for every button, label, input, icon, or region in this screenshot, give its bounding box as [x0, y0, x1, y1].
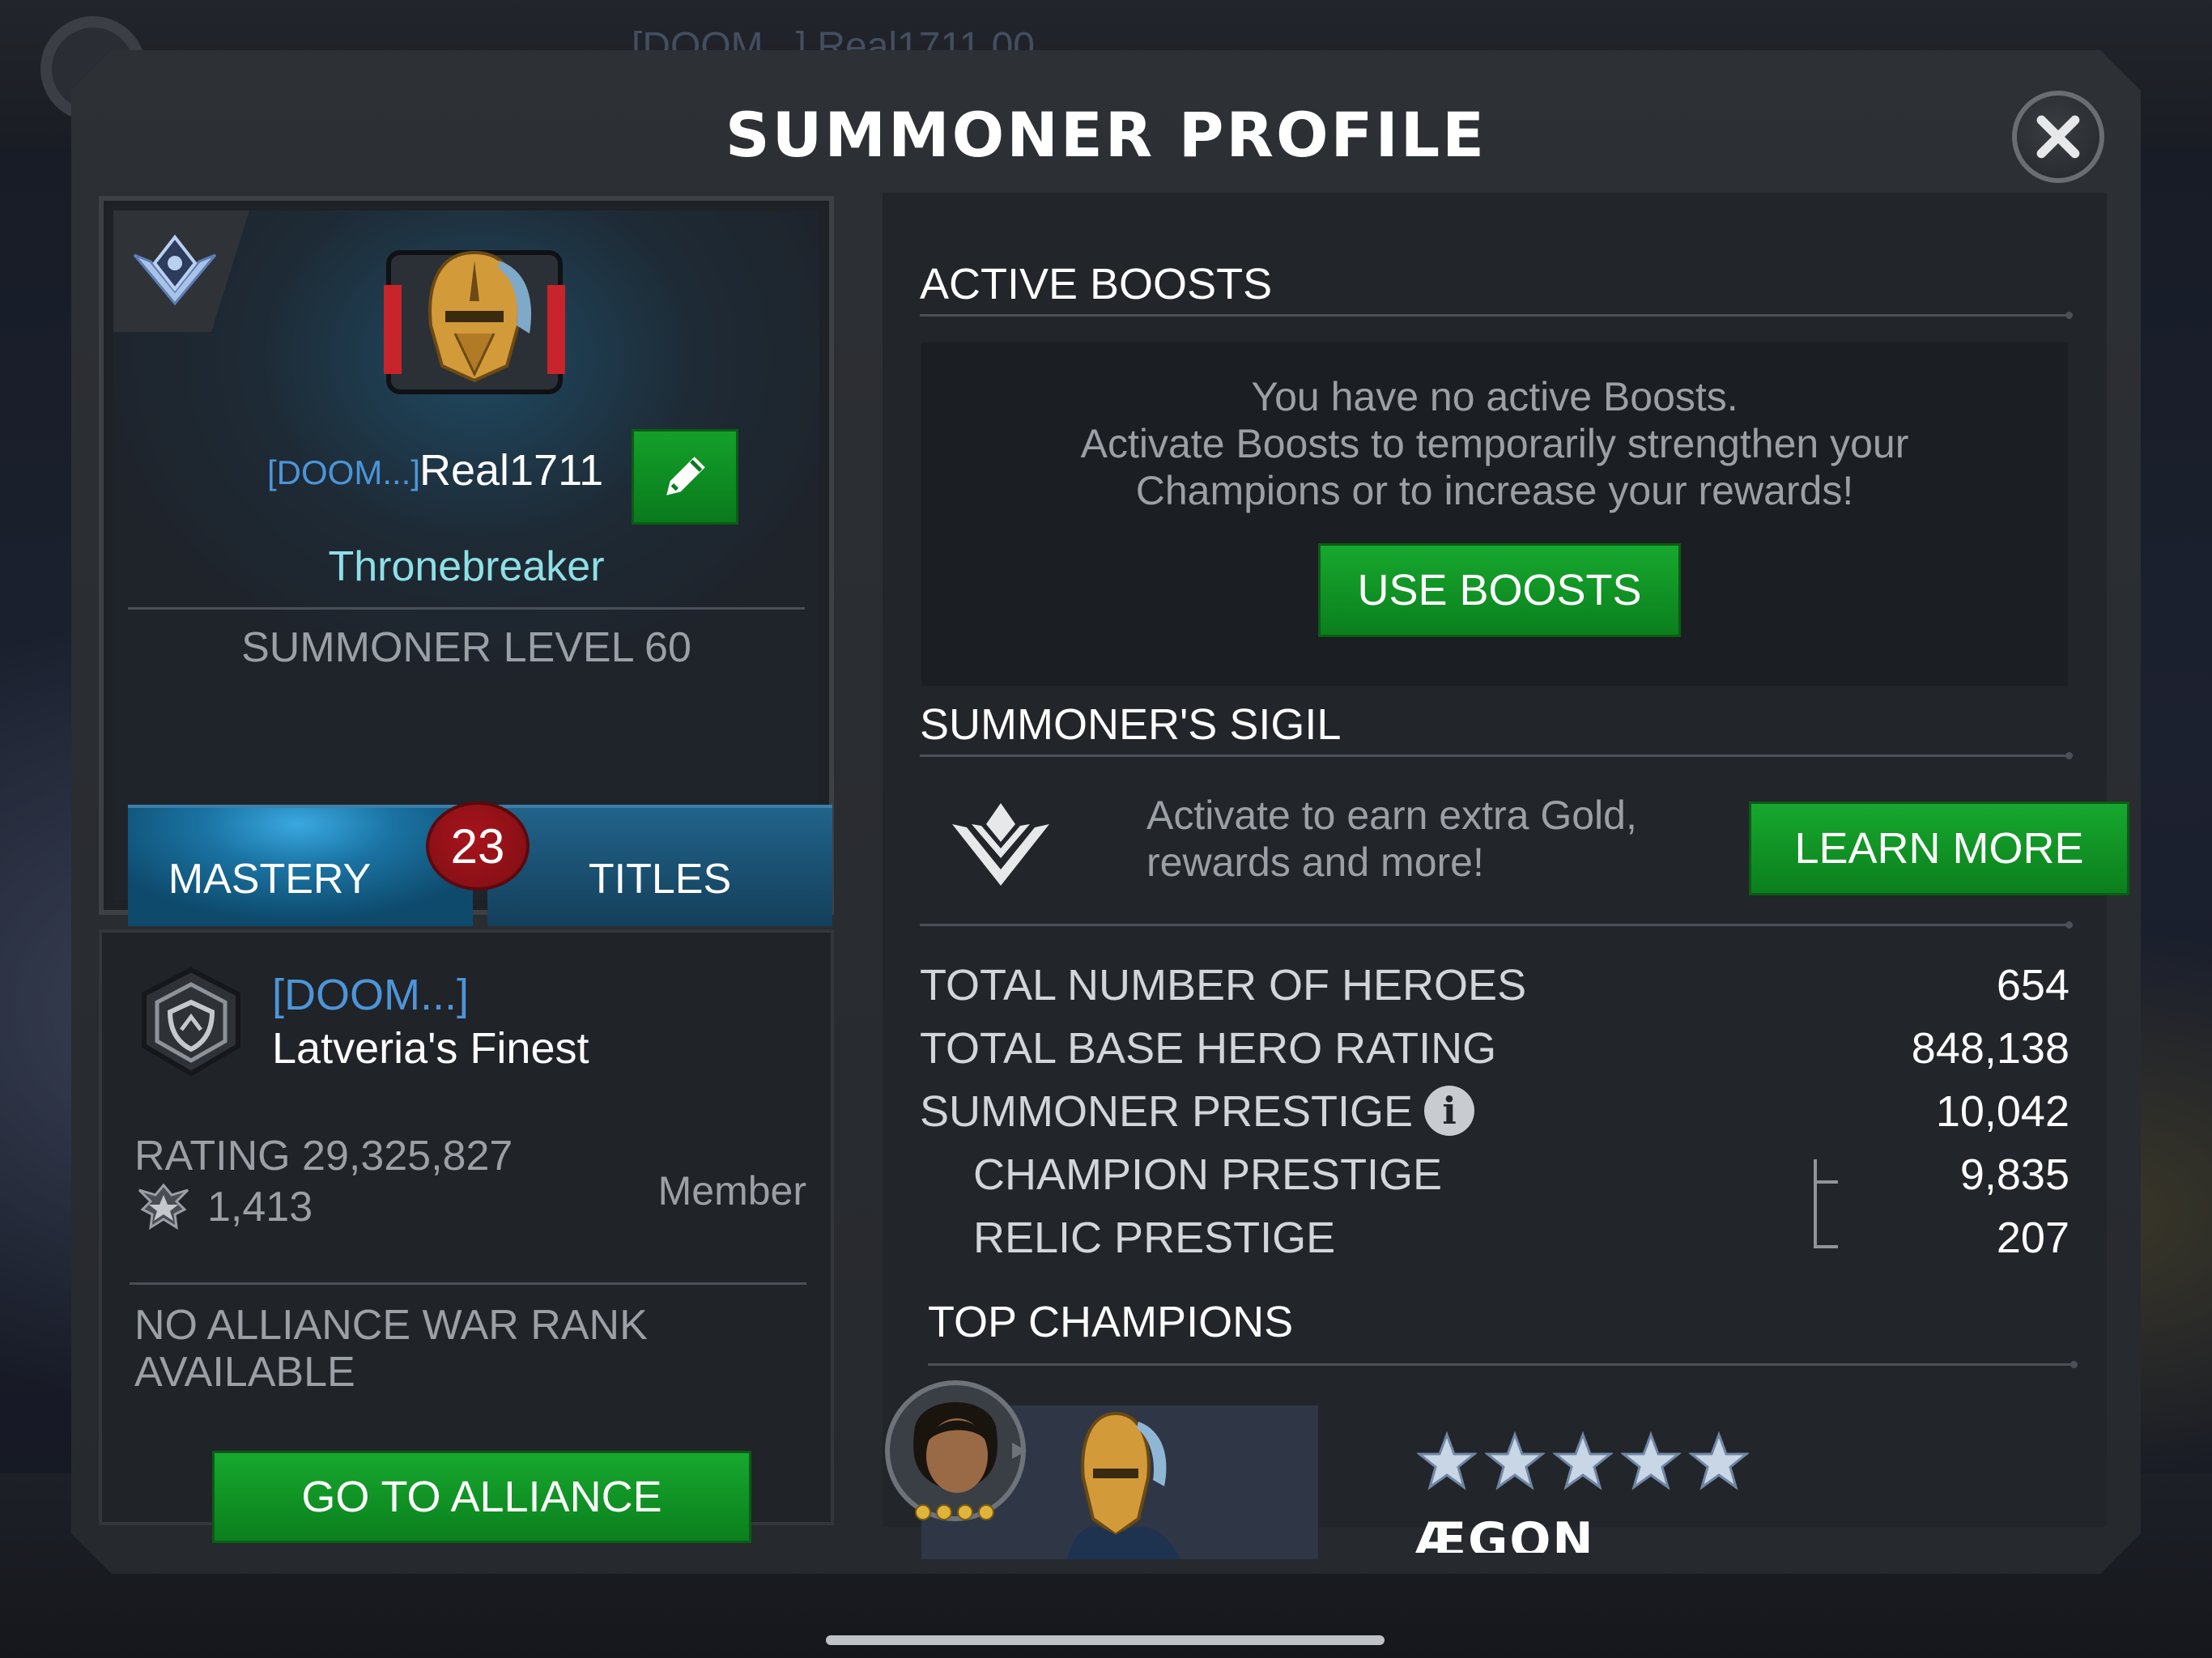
rank-pip [957, 1504, 973, 1520]
active-boosts-heading: ACTIVE BOOSTS [920, 260, 1273, 308]
prestige-tree-line [1814, 1159, 1838, 1248]
go-to-alliance-button[interactable]: GO TO ALLIANCE [212, 1451, 751, 1543]
rank-emblem-icon [133, 234, 217, 306]
profile-details-panel: ACTIVE BOOSTS You have no active Boosts.… [883, 193, 2129, 1559]
info-icon[interactable]: i [1424, 1085, 1475, 1136]
trophy-count: 1,413 [207, 1184, 313, 1231]
divider [130, 1282, 806, 1285]
stat-champion-prestige: CHAMPION PRESTIGE 9,835 [920, 1150, 2069, 1213]
summoner-profile-modal: SUMMONER PROFILE [DOOM...] Real1711 Thro… [71, 50, 2141, 1574]
tab-mastery-label: MASTERY [168, 856, 372, 903]
star-icon [1689, 1431, 1749, 1490]
sigil-description-line: Activate to earn extra Gold, [1146, 793, 1637, 838]
boosts-message-line: You have no active Boosts. [1251, 374, 1738, 419]
summoner-portrait-icon [885, 1380, 1027, 1521]
stat-label: SUMMONER PRESTIGE [920, 1087, 1414, 1136]
stat-total-base-rating: TOTAL BASE HERO RATING 848,138 [920, 1023, 2069, 1086]
edit-name-button[interactable] [632, 429, 738, 525]
champion-name: ÆGON [1414, 1512, 1595, 1553]
profile-card-inner: [DOOM...] Real1711 Thronebreaker SUMMONE… [113, 210, 832, 926]
summoner-title: Thronebreaker [328, 543, 605, 590]
stat-label: CHAMPION PRESTIGE [973, 1150, 1443, 1199]
divider [928, 1361, 2078, 1368]
home-indicator[interactable] [826, 1635, 1385, 1645]
stat-value: 10,042 [1935, 1087, 2069, 1136]
member-role: Member [657, 1168, 806, 1214]
close-icon [2036, 115, 2080, 159]
boosts-message-line: Champions or to increase your rewards! [1135, 468, 1854, 513]
profile-card: [DOOM...] Real1711 Thronebreaker SUMMONE… [99, 196, 834, 926]
alliance-card: [DOOM...] Latveria's Finest RATING 29,32… [99, 929, 834, 1543]
war-rank-status: NO ALLIANCE WAR RANK AVAILABLE [134, 1302, 648, 1396]
prestige-tree-tick [1814, 1180, 1838, 1184]
stat-total-heroes: TOTAL NUMBER OF HEROES 654 [920, 960, 2069, 1023]
rank-pip [936, 1504, 952, 1520]
rank-emblem[interactable] [113, 210, 249, 332]
rank-pip [915, 1504, 931, 1520]
war-trophy-icon [138, 1183, 189, 1230]
boosts-message: You have no active Boosts. Activate Boos… [921, 373, 2068, 514]
alliance-shield-icon [142, 967, 240, 1077]
sigil-description: Activate to earn extra Gold, rewards and… [1146, 792, 1762, 886]
summoner-avatar[interactable] [377, 236, 572, 398]
summoner-level: SUMMONER LEVEL 60 [241, 624, 691, 671]
stat-label: RELIC PRESTIGE [973, 1214, 1336, 1262]
close-button[interactable] [2012, 91, 2104, 183]
stat-relic-prestige: RELIC PRESTIGE 207 [920, 1213, 2069, 1276]
sigil-icon [952, 803, 1049, 886]
divider [128, 607, 805, 610]
alliance-tag[interactable]: [DOOM...] [272, 970, 469, 1020]
divider [920, 921, 2073, 929]
stat-label-wrap: SUMMONER PRESTIGE i [920, 1085, 1475, 1137]
learn-more-button[interactable]: LEARN MORE [1749, 801, 2129, 895]
top-champions-heading: TOP CHAMPIONS [928, 1298, 1294, 1346]
prestige-tree-tick [1814, 1245, 1838, 1248]
stat-value: 848,138 [1911, 1024, 2069, 1073]
boosts-box: You have no active Boosts. Activate Boos… [921, 342, 2068, 686]
divider [920, 312, 2073, 319]
use-boosts-button[interactable]: USE BOOSTS [1318, 543, 1681, 637]
stat-label: TOTAL BASE HERO RATING [920, 1024, 1497, 1073]
modal-title: SUMMONER PROFILE [725, 99, 1487, 171]
tab-titles[interactable]: TITLES [487, 805, 832, 926]
summoner-name: Real1711 [419, 446, 604, 495]
star-icon [1485, 1431, 1545, 1490]
star-icon [1621, 1431, 1681, 1490]
pencil-icon [666, 457, 705, 495]
divider [920, 752, 2073, 759]
portrait-rank-pips [915, 1504, 994, 1520]
star-icon [1553, 1431, 1613, 1490]
champion-star-rating [1417, 1431, 1749, 1491]
alliance-rating: RATING 29,325,827 [134, 1133, 513, 1180]
stat-summoner-prestige: SUMMONER PRESTIGE i 10,042 [920, 1085, 2069, 1150]
summoners-sigil-heading: SUMMONER'S SIGIL [920, 700, 1342, 749]
star-icon [1417, 1431, 1477, 1490]
stat-value: 9,835 [1959, 1150, 2069, 1199]
profile-alliance-tag: [DOOM...] [267, 453, 420, 491]
tab-mastery[interactable]: MASTERY [128, 805, 473, 926]
alliance-name: Latveria's Finest [272, 1024, 589, 1073]
stat-label: TOTAL NUMBER OF HEROES [920, 961, 1527, 1010]
tab-titles-label: TITLES [588, 856, 732, 903]
boosts-message-line: Activate Boosts to temporarily strengthe… [1080, 421, 1909, 466]
stat-value: 207 [1996, 1214, 2069, 1262]
stat-value: 654 [1996, 961, 2069, 1010]
mastery-count-badge: 23 [426, 801, 530, 891]
sigil-description-line: rewards and more! [1146, 840, 1484, 885]
rank-pip [978, 1504, 994, 1520]
trophy-row: 1,413 [134, 1182, 313, 1232]
